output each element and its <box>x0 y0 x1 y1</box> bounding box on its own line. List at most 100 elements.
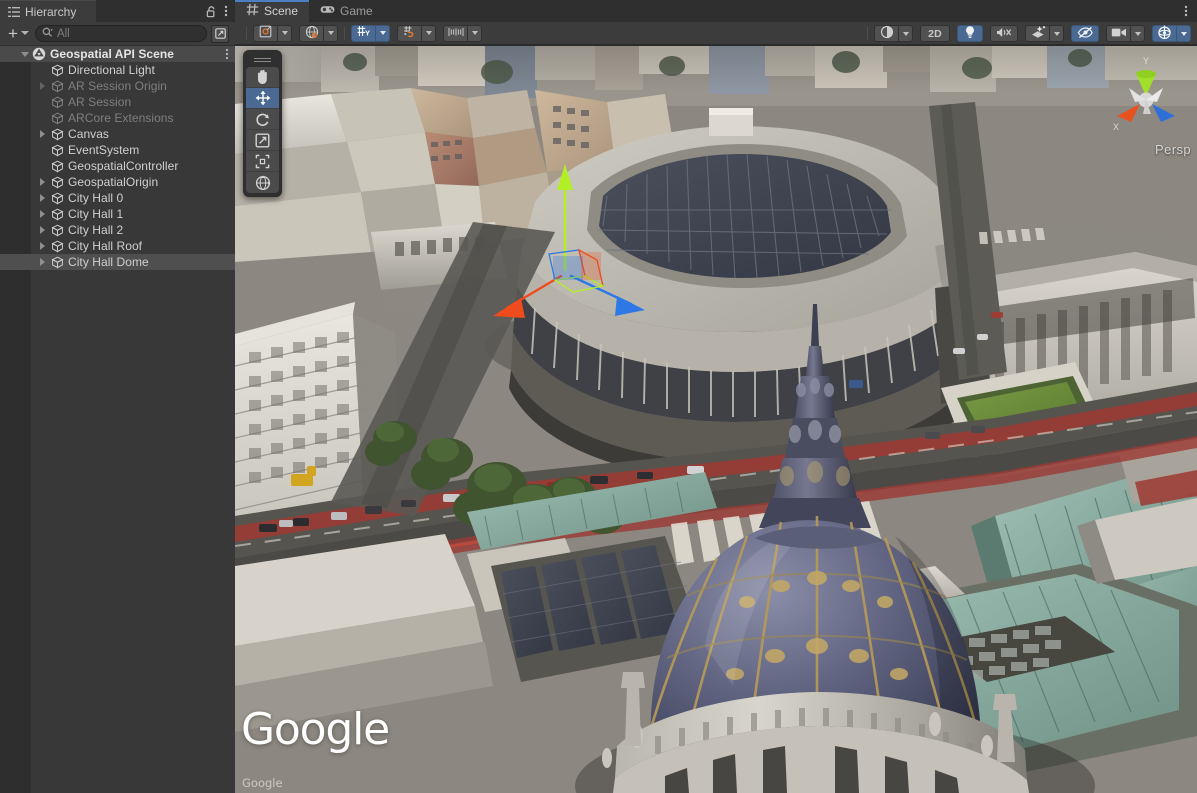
scene-tool-palette[interactable] <box>243 50 282 197</box>
pivot-center-button[interactable] <box>253 25 277 42</box>
scene-fx-dropdown[interactable] <box>1049 25 1064 42</box>
tool-scale-button[interactable] <box>246 130 279 151</box>
scene-gizmos-button[interactable] <box>1152 25 1176 42</box>
chevron-down-icon <box>21 31 29 35</box>
chevron-right-icon[interactable] <box>36 78 49 94</box>
scene-gizmos-dropdown[interactable] <box>1176 25 1191 42</box>
tab-scene[interactable]: Scene <box>235 0 309 22</box>
hierarchy-row-arcore-extensions[interactable]: ARCore Extensions <box>0 110 235 126</box>
hierarchy-row-canvas[interactable]: Canvas <box>0 126 235 142</box>
expand-spacer <box>36 110 49 126</box>
gameobject-icon <box>49 62 65 78</box>
tab-scene-label: Scene <box>264 4 298 18</box>
scene-tabbar-kebab[interactable] <box>1184 0 1188 22</box>
grid-snap-dropdown[interactable] <box>421 25 436 42</box>
scene-fx-button[interactable] <box>1025 25 1049 42</box>
unity-scene-icon <box>31 46 47 62</box>
gameobject-icon <box>49 206 65 222</box>
scene-tabbar: Scene Game <box>235 0 1197 22</box>
hierarchy-row-eventsystem[interactable]: EventSystem <box>0 142 235 158</box>
shading-mode-button[interactable] <box>874 25 898 42</box>
chevron-down-icon[interactable] <box>18 46 31 62</box>
chevron-right-icon[interactable] <box>36 222 49 238</box>
gameobject-icon <box>49 158 65 174</box>
chevron-right-icon[interactable] <box>36 190 49 206</box>
search-input[interactable]: All <box>35 25 207 42</box>
hierarchy-row-city-hall-0[interactable]: City Hall 0 <box>0 190 235 206</box>
chevron-right-icon[interactable] <box>36 206 49 222</box>
handle-space-group <box>299 25 338 42</box>
grid-snap-group <box>397 25 436 42</box>
hierarchy-row-geospatialorigin[interactable]: GeospatialOrigin <box>0 174 235 190</box>
scene-camera-group <box>1106 25 1145 42</box>
tool-rotate-button[interactable] <box>246 109 279 130</box>
tool-transform-all-button[interactable] <box>246 172 279 193</box>
gameobject-icon <box>49 142 65 158</box>
lock-open-icon[interactable] <box>206 5 217 18</box>
scene-row-kebab-icon[interactable] <box>225 46 229 62</box>
hidden-objects-button[interactable] <box>1071 25 1099 42</box>
hierarchy-row-city-hall-1[interactable]: City Hall 1 <box>0 206 235 222</box>
grid-snap-icon <box>403 25 417 41</box>
tab-hierarchy[interactable]: Hierarchy <box>0 0 96 22</box>
hierarchy-row-label: City Hall 0 <box>65 191 123 205</box>
2d-toggle-label: 2D <box>928 28 942 40</box>
gameobject-icon <box>49 238 65 254</box>
svg-text:Y: Y <box>365 28 370 37</box>
chevron-down-icon <box>328 31 334 35</box>
expand-spacer <box>36 142 49 158</box>
snap-increment-button[interactable] <box>443 25 467 42</box>
open-in-new-icon[interactable] <box>211 25 229 43</box>
hierarchy-row-city-hall-2[interactable]: City Hall 2 <box>0 222 235 238</box>
grid-snap-button[interactable] <box>397 25 421 42</box>
gameobject-icon <box>49 190 65 206</box>
gameobject-icon <box>49 94 65 110</box>
pivot-mode-dropdown[interactable] <box>277 25 292 42</box>
hierarchy-row-ar-session[interactable]: AR Session <box>0 94 235 110</box>
grid-hash-icon <box>246 3 259 19</box>
hierarchy-row-geospatialcontroller[interactable]: GeospatialController <box>0 158 235 174</box>
scene-camera-dropdown[interactable] <box>1130 25 1145 42</box>
shading-mode-dropdown[interactable] <box>898 25 913 42</box>
tool-move-arrows-button[interactable] <box>246 88 279 109</box>
scene-viewport[interactable]: Y X Persp Google Google <box>235 46 1197 793</box>
hierarchy-row-city-hall-roof[interactable]: City Hall Roof <box>0 238 235 254</box>
add-gameobject-button[interactable]: + <box>6 26 31 42</box>
gameobject-icon <box>49 126 65 142</box>
kebab-menu-icon[interactable] <box>224 4 228 18</box>
hierarchy-list-icon <box>8 6 20 18</box>
hierarchy-tree[interactable]: Geospatial API Scene Directional Light A… <box>0 46 235 270</box>
hierarchy-row-directional-light[interactable]: Directional Light <box>0 62 235 78</box>
global-space-button[interactable] <box>299 25 323 42</box>
chevron-right-icon[interactable] <box>36 254 49 270</box>
hierarchy-tab-actions <box>206 0 231 22</box>
add-gameobject-label: + <box>8 27 18 40</box>
hierarchy-row-city-hall-dome[interactable]: City Hall Dome <box>0 254 235 270</box>
grid-axis-button[interactable]: Y <box>351 25 375 42</box>
chevron-down-icon <box>1135 32 1141 36</box>
snap-increment-dropdown[interactable] <box>467 25 482 42</box>
handle-space-dropdown[interactable] <box>323 25 338 42</box>
grid-axis-group: Y <box>351 25 390 42</box>
unity-editor-window: Hierarchy <box>0 0 1197 793</box>
search-placeholder: All <box>57 28 70 40</box>
chevron-right-icon[interactable] <box>36 126 49 142</box>
tab-game[interactable]: Game <box>309 0 384 22</box>
scene-lighting-button[interactable] <box>957 25 983 42</box>
expand-spacer <box>36 94 49 110</box>
grid-axis-dropdown[interactable] <box>375 25 390 42</box>
hierarchy-row-ar-session-origin[interactable]: AR Session Origin <box>0 78 235 94</box>
palette-drag-handle[interactable] <box>243 54 282 65</box>
snap-increment-icon <box>448 26 464 41</box>
chevron-right-icon[interactable] <box>36 238 49 254</box>
expand-spacer <box>36 158 49 174</box>
hierarchy-row-geospatial-api-scene[interactable]: Geospatial API Scene <box>0 46 235 62</box>
2d-toggle-button[interactable]: 2D <box>920 25 950 42</box>
scene-camera-button[interactable] <box>1106 25 1130 42</box>
projection-mode-label[interactable]: Persp <box>1155 142 1191 157</box>
scene-audio-button[interactable] <box>990 25 1018 42</box>
chevron-right-icon[interactable] <box>36 174 49 190</box>
tool-hand-pan-button[interactable] <box>246 67 279 88</box>
transform-all-icon <box>255 175 271 191</box>
tool-rect-transform-button[interactable] <box>246 151 279 172</box>
